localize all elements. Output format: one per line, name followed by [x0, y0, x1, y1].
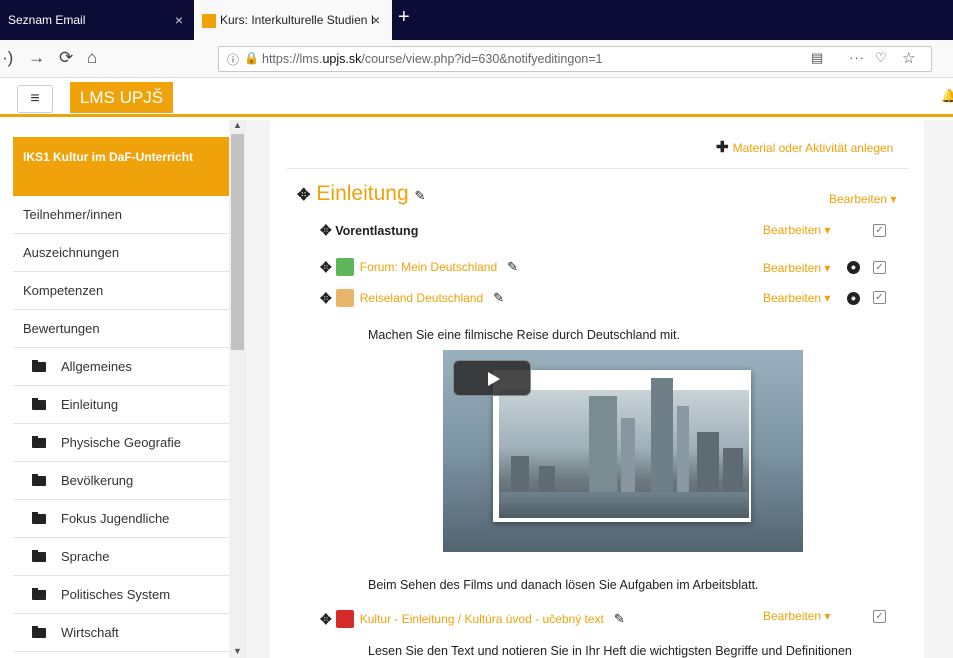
move-icon[interactable]: ✥ [320, 259, 332, 276]
add-activity-link[interactable]: ✚ Material oder Aktivität anlegen [716, 138, 893, 156]
menu-toggle-button[interactable]: ≡ [17, 85, 53, 113]
brand-logo[interactable]: LMS UPJŠ [70, 82, 173, 113]
folder-icon [32, 360, 46, 372]
close-tab-icon[interactable]: × [372, 12, 380, 28]
course-nav-drawer: IKS1 Kultur im DaF-Unterricht Teilnehmer… [0, 120, 229, 658]
lesson-icon [335, 289, 354, 307]
section-title: ✥ Einleitung ✎ [297, 182, 426, 205]
group-mode-icon[interactable]: ● [847, 261, 860, 274]
nav-section-wirtschaft[interactable]: Wirtschaft [13, 614, 229, 652]
scroll-up-icon[interactable]: ▲ [233, 120, 242, 130]
description-text: Machen Sie eine filmische Reise durch De… [368, 328, 680, 342]
back-icon[interactable]: ·) [2, 48, 13, 68]
play-icon[interactable] [453, 360, 531, 396]
course-home-link[interactable]: IKS1 Kultur im DaF-Unterricht [13, 137, 229, 196]
page-actions-icon[interactable]: ··· [849, 50, 865, 65]
browser-tab-bar: Seznam Email × Kurs: Interkulturelle Stu… [0, 0, 953, 40]
nav-section-einleitung[interactable]: Einleitung [13, 386, 229, 424]
forward-icon[interactable]: → [28, 48, 45, 68]
edit-menu[interactable]: Bearbeiten ▾ [763, 223, 830, 237]
edit-menu[interactable]: Bearbeiten ▾ [763, 291, 830, 305]
move-icon[interactable]: ✥ [320, 611, 332, 628]
move-icon[interactable]: ✥ [320, 290, 332, 307]
folder-icon [32, 474, 46, 486]
folder-icon [32, 512, 46, 524]
section-edit-menu[interactable]: Bearbeiten ▾ [829, 192, 896, 206]
edit-pencil-icon[interactable]: ✎ [493, 290, 504, 306]
edit-pencil-icon[interactable]: ✎ [414, 188, 425, 203]
completion-checkbox[interactable]: ✓ [873, 224, 886, 237]
nav-badges[interactable]: Auszeichnungen [13, 234, 229, 272]
pocket-icon[interactable]: ♡ [875, 50, 887, 66]
move-icon[interactable]: ✥ [320, 222, 332, 238]
folder-icon [32, 588, 46, 600]
close-tab-icon[interactable]: × [175, 12, 183, 28]
site-header: ≡ LMS UPJŠ 🔔 [0, 79, 953, 117]
new-tab-button[interactable]: + [398, 6, 410, 29]
notification-bell-icon[interactable]: 🔔 [941, 88, 953, 104]
nav-section-sprache[interactable]: Sprache [13, 538, 229, 576]
tab-course[interactable]: Kurs: Interkulturelle Studien I × [194, 0, 392, 40]
browser-nav-bar: ·) → ⟳ ⌂ ⓘ 🔒 https://lms.upjs.sk/course/… [0, 40, 953, 78]
nav-section-bevoelkerung[interactable]: Bevölkerung [13, 462, 229, 500]
move-icon[interactable]: ✥ [297, 187, 310, 204]
lock-icon[interactable]: 🔒 [244, 51, 259, 65]
home-icon[interactable]: ⌂ [87, 48, 97, 68]
content-right-gutter [924, 120, 953, 658]
activity-pdf[interactable]: ✥ Kultur - Einleitung / Kultúra úvod - u… [320, 610, 625, 628]
forum-icon [335, 258, 354, 276]
scrollbar-thumb[interactable] [231, 134, 244, 350]
completion-checkbox[interactable]: ✓ [873, 261, 886, 274]
activity-lesson[interactable]: ✥ Reiseland Deutschland ✎ [320, 289, 504, 307]
activity-forum[interactable]: ✥ Forum: Mein Deutschland ✎ [320, 258, 518, 276]
completion-checkbox[interactable]: ✓ [873, 610, 886, 623]
bookmark-star-icon[interactable]: ☆ [902, 49, 915, 67]
edit-menu[interactable]: Bearbeiten ▾ [763, 609, 830, 623]
folder-icon [32, 436, 46, 448]
nav-grades[interactable]: Bewertungen [13, 310, 229, 348]
nav-competencies[interactable]: Kompetenzen [13, 272, 229, 310]
description-text: Lesen Sie den Text und notieren Sie in I… [368, 644, 852, 658]
description-text: Beim Sehen des Films und danach lösen Si… [368, 578, 759, 592]
divider [287, 168, 909, 169]
reader-view-icon[interactable]: ▤ [811, 50, 823, 66]
url-text[interactable]: https://lms.upjs.sk/course/view.php?id=6… [262, 52, 603, 66]
label-vorentlastung: ✥ Vorentlastung [320, 222, 419, 238]
completion-checkbox[interactable]: ✓ [873, 291, 886, 304]
scroll-down-icon[interactable]: ▼ [233, 646, 242, 656]
sidebar-scrollbar[interactable]: ▲ ▼ [229, 120, 246, 658]
plus-icon: ✚ [716, 139, 729, 156]
url-bar[interactable]: ⓘ 🔒 https://lms.upjs.sk/course/view.php?… [218, 46, 932, 72]
nav-section-allgemeines[interactable]: Allgemeines [13, 348, 229, 386]
nav-section-politisches-system[interactable]: Politisches System [13, 576, 229, 614]
nav-section-physische-geografie[interactable]: Physische Geografie [13, 424, 229, 462]
video-thumbnail-image [499, 378, 749, 518]
pdf-icon [335, 610, 354, 628]
video-player[interactable] [443, 350, 803, 552]
reload-icon[interactable]: ⟳ [59, 48, 73, 68]
tab-title: Seznam Email [8, 13, 86, 27]
tab-title: Kurs: Interkulturelle Studien I [220, 13, 375, 27]
edit-pencil-icon[interactable]: ✎ [507, 259, 518, 275]
group-mode-icon[interactable]: ● [847, 292, 860, 305]
nav-participants[interactable]: Teilnehmer/innen [13, 196, 229, 234]
edit-pencil-icon[interactable]: ✎ [614, 611, 625, 627]
folder-icon [32, 398, 46, 410]
nav-section-fokus-jugendliche[interactable]: Fokus Jugendliche [13, 500, 229, 538]
edit-menu[interactable]: Bearbeiten ▾ [763, 261, 830, 275]
folder-icon [32, 550, 46, 562]
info-icon[interactable]: ⓘ [227, 51, 239, 68]
content-left-gutter [246, 120, 270, 658]
moodle-favicon-icon [202, 14, 216, 28]
folder-icon [32, 626, 46, 638]
tab-seznam-email[interactable]: Seznam Email × [0, 0, 193, 40]
